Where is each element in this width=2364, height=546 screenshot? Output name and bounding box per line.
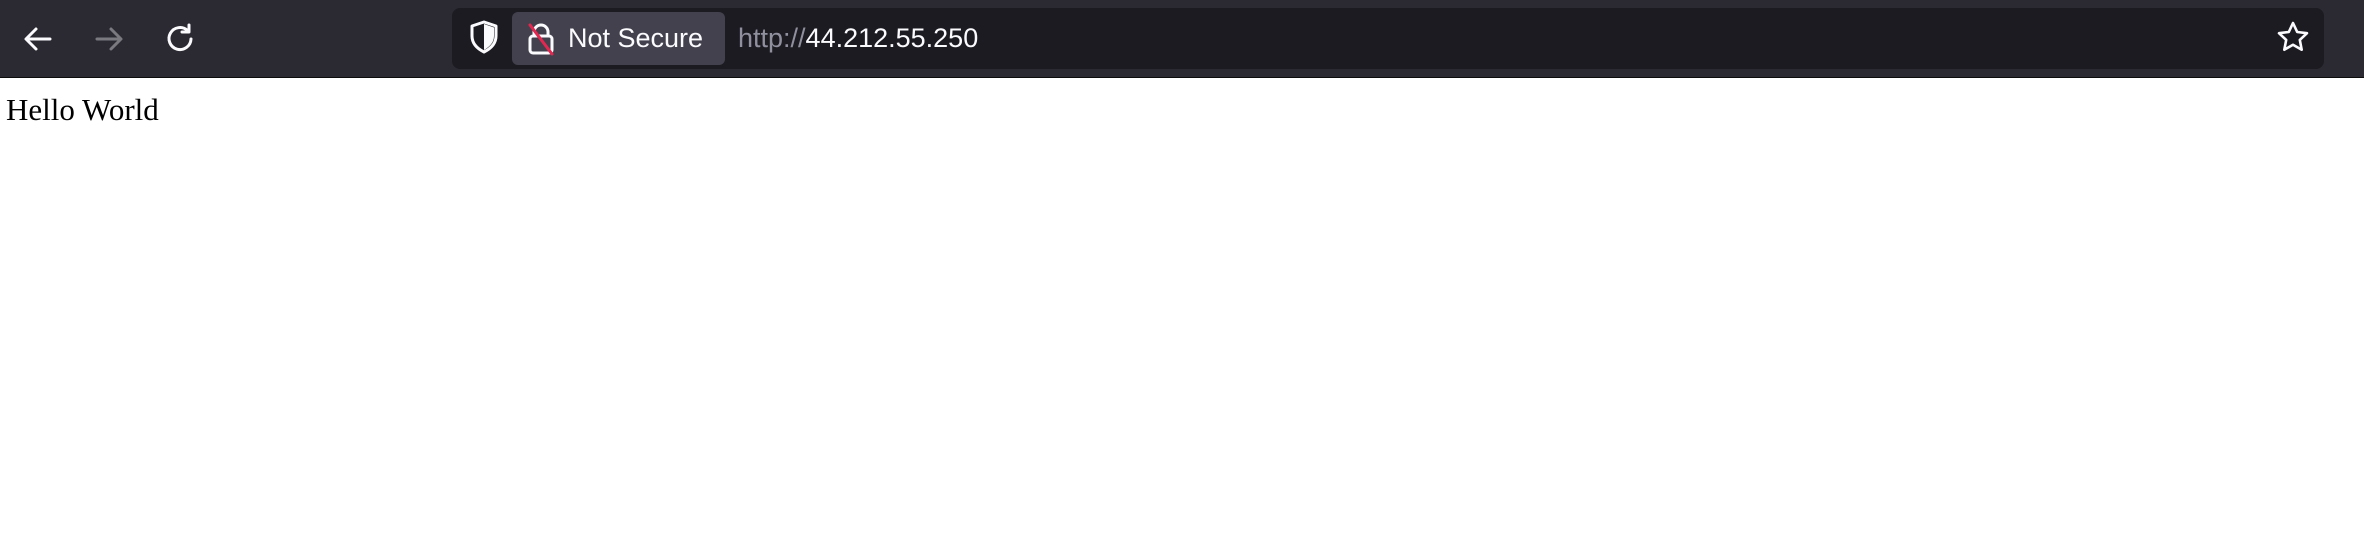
browser-toolbar: Not Secure http://44.212.55.250 — [0, 0, 2364, 78]
shield-icon — [469, 20, 499, 59]
url-scheme: http:// — [738, 23, 806, 53]
reload-button[interactable] — [157, 15, 205, 63]
site-security-button[interactable]: Not Secure — [512, 12, 725, 65]
bookmark-button[interactable] — [2274, 20, 2312, 58]
security-status-label: Not Secure — [568, 23, 704, 53]
body-text: Hello World — [6, 92, 159, 127]
url-field[interactable]: http://44.212.55.250 — [738, 8, 978, 69]
star-icon — [2276, 20, 2310, 59]
page-content: Hello World — [0, 78, 2364, 546]
back-button[interactable] — [14, 15, 62, 63]
forward-button[interactable] — [85, 15, 133, 63]
url-host: 44.212.55.250 — [805, 23, 979, 53]
address-bar[interactable]: Not Secure http://44.212.55.250 — [452, 8, 2324, 69]
arrow-left-icon — [21, 22, 55, 56]
insecure-lock-icon — [526, 22, 556, 56]
arrow-right-icon — [92, 22, 126, 56]
reload-icon — [164, 22, 198, 56]
tracking-protection-button[interactable] — [466, 20, 502, 59]
